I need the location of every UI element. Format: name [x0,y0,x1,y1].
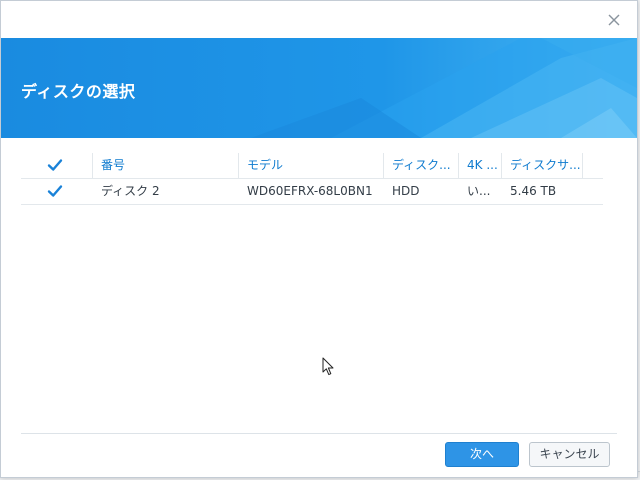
cancel-button[interactable]: キャンセル [529,442,610,467]
cell-4k: い... [467,184,491,198]
dialog-title: ディスクの選択 [21,82,136,101]
table-header-row: 番号 モデル ディスク... 4K ... ディスクサ... [21,153,603,179]
footer-divider [21,433,617,434]
select-all-checkbox-icon[interactable] [47,157,63,173]
header-select-all-cell[interactable] [21,153,93,178]
column-header-4k[interactable]: 4K ... [459,153,502,178]
cell-model: WD60EFRX-68L0BN1 [247,184,373,198]
row-checkbox-icon[interactable] [47,183,63,199]
column-header-model[interactable]: モデル [239,153,384,178]
cell-number: ディスク 2 [101,184,160,198]
mouse-cursor-icon [322,357,334,376]
column-header-disk-type[interactable]: ディスク... [384,153,459,178]
column-header-disk-size[interactable]: ディスクサ... [502,153,583,178]
select-disk-dialog: ディスクの選択 番号 モデル ディスク... 4K ... ディスクサ... デ… [0,0,638,478]
disk-table: 番号 モデル ディスク... 4K ... ディスクサ... ディスク 2 WD… [21,153,603,205]
column-header-spacer [583,153,603,178]
cell-spacer [583,179,603,204]
close-icon [608,14,620,26]
table-row[interactable]: ディスク 2 WD60EFRX-68L0BN1 HDD い... 5.46 TB [21,179,603,205]
close-button[interactable] [605,11,623,29]
row-checkbox-cell[interactable] [21,179,93,204]
dialog-header-banner: ディスクの選択 [1,38,637,138]
next-button[interactable]: 次へ [445,442,519,467]
cell-disk-size: 5.46 TB [510,184,557,198]
cell-disk-type: HDD [392,184,420,198]
column-header-number[interactable]: 番号 [93,153,239,178]
